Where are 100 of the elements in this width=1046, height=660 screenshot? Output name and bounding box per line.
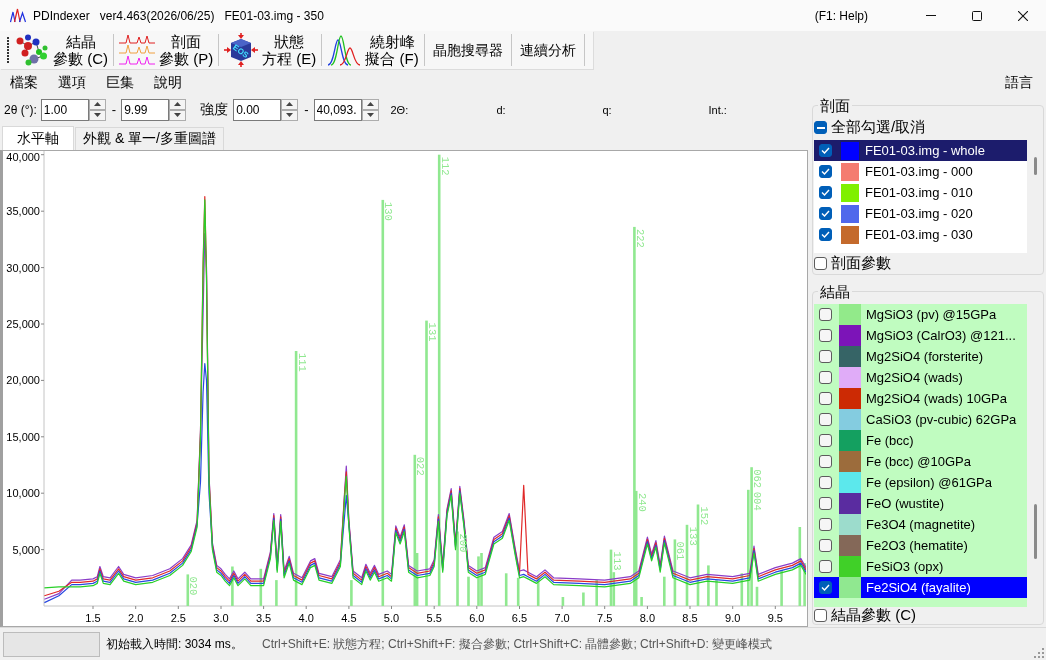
- checkbox[interactable]: [819, 560, 832, 573]
- menu-item[interactable]: 說明: [144, 74, 192, 92]
- menu-item[interactable]: 語言: [1005, 74, 1033, 92]
- spin-down-button[interactable]: [88, 109, 106, 121]
- up-arrow-icon: [286, 102, 294, 106]
- crystal-list-item[interactable]: Mg2SiO4 (wads): [814, 367, 1027, 388]
- axis-tick-label: 2.5: [170, 612, 186, 624]
- checkbox[interactable]: [819, 329, 832, 342]
- crystal-list-item[interactable]: FeO (wustite): [814, 493, 1027, 514]
- spin-down-button[interactable]: [361, 109, 379, 121]
- crystal-list-item[interactable]: FeSiO3 (opx): [814, 556, 1027, 577]
- checkbox[interactable]: [819, 350, 832, 363]
- spin-up-button[interactable]: [88, 98, 106, 110]
- axis-tick-label: 8.0: [639, 612, 656, 624]
- number-field[interactable]: 0.00: [233, 98, 282, 121]
- profile-list-item[interactable]: FE01-03.img - 020: [814, 203, 1027, 224]
- axis-tick-label: 30,000: [6, 261, 40, 274]
- spin-up-button[interactable]: [281, 98, 299, 110]
- crystal-list-item[interactable]: Fe (bcc) @10GPa: [814, 451, 1027, 472]
- crystal-list-item[interactable]: Fe3O4 (magnetite): [814, 514, 1027, 535]
- spectra-icon: [119, 34, 155, 66]
- axis-tick-label: 2.0: [128, 612, 144, 624]
- toolbar-button[interactable]: 剖面 參數 (P): [117, 32, 216, 68]
- checkbox[interactable]: [819, 207, 832, 220]
- minus-icon: [816, 126, 825, 129]
- scrollbar-thumb[interactable]: [1033, 157, 1037, 175]
- crystal-list-item[interactable]: Mg2SiO4 (wads) 10GPa: [814, 388, 1027, 409]
- select-all-checkbox[interactable]: 全部勾選/取消: [814, 119, 926, 136]
- reflection-label: 022: [414, 456, 427, 476]
- checkbox[interactable]: [819, 308, 832, 321]
- axis-tick-label: 5.5: [426, 612, 442, 624]
- up-arrow-icon: [93, 102, 101, 106]
- toolbar-button[interactable]: 晶胞搜尋器: [427, 32, 508, 68]
- axis-tick-label: 1.5: [85, 612, 101, 624]
- reflection-label: 112: [438, 156, 451, 176]
- spin-up-button[interactable]: [361, 98, 379, 110]
- field-label: 2θ (°):: [4, 102, 37, 117]
- toolbar-button[interactable]: 繞射峰 擬合 (F): [325, 32, 421, 68]
- crystal-list-item[interactable]: Fe2O3 (hematite): [814, 535, 1027, 556]
- down-arrow-icon: [286, 113, 294, 117]
- checkbox[interactable]: [819, 476, 832, 489]
- spin-down-button[interactable]: [169, 109, 187, 121]
- reflection-label: 020: [187, 576, 200, 596]
- menu-item[interactable]: 巨集: [96, 74, 144, 92]
- checkbox[interactable]: 結晶參數 (C): [814, 607, 916, 624]
- checkbox[interactable]: [819, 539, 832, 552]
- readout-label: Int.:: [708, 103, 728, 116]
- down-arrow-icon: [93, 113, 101, 117]
- checkbox[interactable]: [819, 228, 832, 241]
- toolbar-button[interactable]: 結晶 參數 (C): [13, 32, 110, 68]
- checkbox[interactable]: [819, 392, 832, 405]
- profile-list-item[interactable]: FE01-03.img - whole: [814, 140, 1027, 161]
- reflection-label: 130: [382, 201, 395, 221]
- profile-list-item[interactable]: FE01-03.img - 000: [814, 161, 1027, 182]
- profile-list-item[interactable]: FE01-03.img - 030: [814, 224, 1027, 245]
- checkbox[interactable]: [819, 518, 832, 531]
- down-arrow-icon: [366, 113, 374, 117]
- tab[interactable]: 水平軸: [2, 126, 74, 150]
- checkbox[interactable]: [819, 455, 832, 468]
- number-field[interactable]: 40,093.: [313, 98, 362, 121]
- axis-tick-label: 6.0: [469, 612, 485, 624]
- range-separator: -: [304, 102, 309, 117]
- menu-item[interactable]: 選項: [48, 74, 96, 92]
- crystal-list-item[interactable]: MgSiO3 (pv) @15GPa: [814, 304, 1027, 325]
- number-field[interactable]: 9.99: [121, 98, 170, 121]
- checkbox[interactable]: [819, 144, 832, 157]
- axis-tick-label: 15,000: [6, 430, 40, 443]
- readout-label: 2Θ:: [390, 103, 410, 116]
- axis-tick-label: 9.5: [767, 612, 783, 624]
- crystal-list-item[interactable]: Mg2SiO4 (forsterite): [814, 346, 1027, 367]
- checkbox[interactable]: [819, 165, 832, 178]
- crystal-list-item[interactable]: MgSiO3 (CalrO3) @121...: [814, 325, 1027, 346]
- crystal-list-item[interactable]: Fe (epsilon) @61GPa: [814, 472, 1027, 493]
- reflection-label: 240: [635, 492, 648, 512]
- minimize-icon: [926, 15, 936, 16]
- version-text: ver4.463(2026/06/25): [99, 8, 215, 23]
- number-field[interactable]: 1.00: [40, 98, 89, 121]
- checkbox[interactable]: [819, 371, 832, 384]
- profile-list-item[interactable]: FE01-03.img - 010: [814, 182, 1027, 203]
- spin-up-button[interactable]: [169, 98, 187, 110]
- menu-item[interactable]: 檔案: [0, 74, 48, 92]
- toolbar-button[interactable]: 連續分析: [514, 32, 581, 68]
- group-title: 剖面: [818, 97, 852, 114]
- tab[interactable]: 外觀 & 單一/多重圖譜: [75, 127, 224, 150]
- axis-tick-label: 35,000: [6, 205, 40, 218]
- checkbox[interactable]: [819, 434, 832, 447]
- close-icon: [1018, 10, 1028, 21]
- checkbox[interactable]: [819, 581, 832, 594]
- crystal-list-item[interactable]: Fe (bcc): [814, 430, 1027, 451]
- reflection-label: 061: [674, 541, 687, 561]
- checkbox[interactable]: [819, 413, 832, 426]
- scrollbar-thumb[interactable]: [1033, 504, 1037, 559]
- shortcut-hint: Ctrl+Shift+E: 狀態方程; Ctrl+Shift+F: 擬合參數; Ctrl+Shift+C: 晶體參數; Ctrl+Shift+D: 變更峰模式: [262, 635, 773, 653]
- checkbox[interactable]: 剖面參數: [814, 255, 891, 272]
- axis-tick-label: 25,000: [6, 318, 40, 330]
- crystal-list-item[interactable]: CaSiO3 (pv-cubic) 62GPa: [814, 409, 1027, 430]
- crystal-list-item[interactable]: Fe2SiO4 (fayalite): [814, 577, 1027, 598]
- spin-down-button[interactable]: [281, 109, 299, 121]
- checkbox[interactable]: [819, 497, 832, 510]
- checkbox[interactable]: [819, 186, 832, 199]
